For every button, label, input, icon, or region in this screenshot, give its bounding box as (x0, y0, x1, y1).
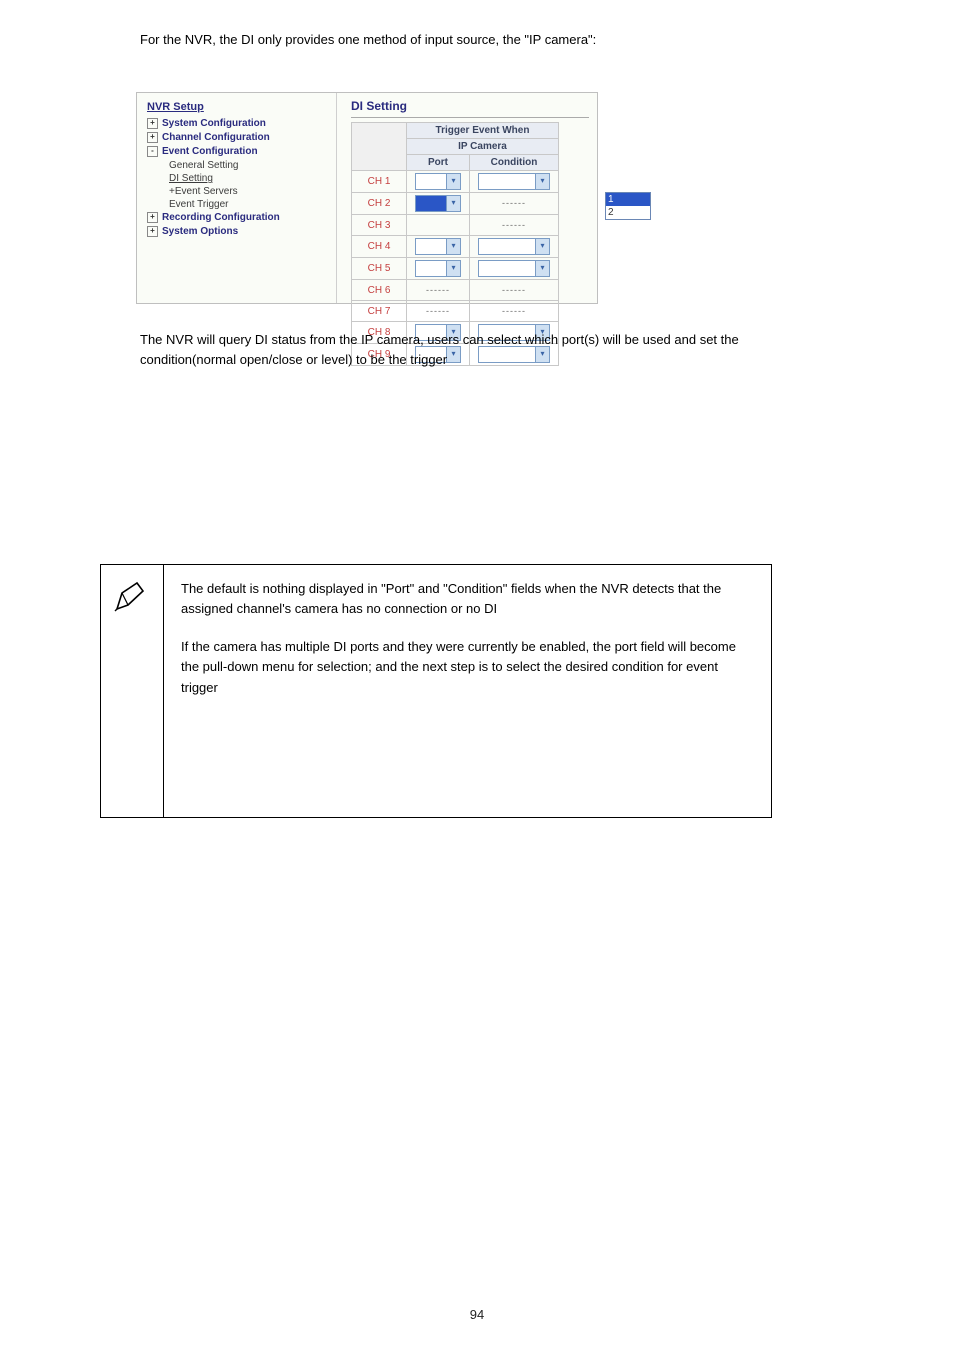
tree-system-options[interactable]: + System Options (147, 225, 330, 239)
below-text: The NVR will query DI status from the IP… (140, 330, 780, 369)
table-row: CH 3 ------ (352, 215, 559, 236)
note-text: The default is nothing displayed in "Por… (163, 565, 771, 817)
tree-event-configuration[interactable]: -Event Configuration (147, 145, 330, 159)
condition-dashes: ------ (502, 220, 526, 230)
tree-channel-configuration[interactable]: + Channel Configuration (147, 131, 330, 145)
nav-title[interactable]: NVR Setup (147, 101, 330, 113)
screenshot: NVR Setup + System Configuration + Channel… (136, 92, 598, 304)
table-row: CH 4 ▾ ▾ (352, 236, 559, 258)
note-paragraph-2: If the camera has multiple DI ports and … (181, 637, 753, 697)
panel-divider (351, 117, 589, 118)
port-select[interactable]: ▾ (415, 173, 461, 190)
chevron-down-icon[interactable]: ▾ (446, 239, 460, 254)
expand-icon[interactable]: + (147, 132, 158, 143)
ch-label: CH 6 (352, 280, 407, 301)
di-setting-panel: DI Setting Trigger Event When IP Camera … (337, 93, 597, 303)
ch-label: CH 7 (352, 301, 407, 322)
col-port: Port (407, 155, 470, 171)
chevron-down-icon[interactable]: ▾ (446, 196, 460, 211)
port-dashes: ------ (426, 306, 450, 316)
chevron-down-icon[interactable]: ▾ (446, 261, 460, 276)
pencil-note-icon (113, 579, 149, 615)
tree-label: Event Configuration (162, 146, 258, 157)
chevron-down-icon[interactable]: ▾ (535, 239, 549, 254)
note-paragraph-1: The default is nothing displayed in "Por… (181, 579, 753, 619)
port-select-open[interactable]: ▾ (415, 195, 461, 212)
col-condition: Condition (470, 155, 559, 171)
chevron-down-icon[interactable]: ▾ (446, 174, 460, 189)
chevron-down-icon[interactable]: ▾ (535, 174, 549, 189)
note-box: The default is nothing displayed in "Por… (100, 564, 772, 818)
condition-dashes: ------ (502, 306, 526, 316)
port-dashes: ------ (426, 285, 450, 295)
dropdown-option[interactable]: 1 (606, 193, 650, 206)
condition-select[interactable]: ▾ (478, 260, 550, 277)
intro-text: For the NVR, the DI only provides one me… (140, 30, 780, 50)
expand-icon[interactable]: + (147, 212, 158, 223)
page-number: 94 (0, 1307, 954, 1322)
tree-recording-configuration[interactable]: + Recording Configuration (147, 211, 330, 225)
collapse-icon[interactable]: - (147, 146, 158, 157)
table-row: CH 7 ------ ------ (352, 301, 559, 322)
ch-label: CH 3 (352, 215, 407, 236)
tree-event-trigger[interactable]: Event Trigger (169, 198, 330, 211)
expand-icon[interactable]: + (147, 118, 158, 129)
port-select[interactable]: ▾ (415, 260, 461, 277)
tree-di-setting[interactable]: DI Setting (169, 172, 330, 185)
table-row: CH 5 ▾ ▾ (352, 258, 559, 280)
tree-label: System Options (162, 226, 238, 237)
dropdown-option[interactable]: 2 (606, 206, 650, 219)
port-dropdown-popup[interactable]: 1 2 (605, 192, 651, 220)
condition-dashes: ------ (502, 198, 526, 208)
header-trigger-event: Trigger Event When (407, 123, 559, 139)
ch-label: CH 4 (352, 236, 407, 258)
tree-label: Channel Configuration (162, 132, 270, 143)
tree-system-configuration[interactable]: + System Configuration (147, 117, 330, 131)
expand-icon[interactable]: + (147, 226, 158, 237)
panel-title: DI Setting (351, 99, 589, 113)
tree-general-setting[interactable]: General Setting (169, 159, 330, 172)
ch-label: CH 5 (352, 258, 407, 280)
header-ip-camera: IP Camera (407, 139, 559, 155)
tree-event-servers[interactable]: +Event Servers (169, 185, 330, 198)
table-row: CH 2 ▾ ------ (352, 193, 559, 215)
condition-select[interactable]: ▾ (478, 173, 550, 190)
table-row: CH 1 ▾ ▾ (352, 171, 559, 193)
ch-label: CH 2 (352, 193, 407, 215)
table-row: CH 6 ------ ------ (352, 280, 559, 301)
condition-select[interactable]: ▾ (478, 238, 550, 255)
port-select[interactable]: ▾ (415, 238, 461, 255)
ch-label: CH 1 (352, 171, 407, 193)
tree-label: Recording Configuration (162, 212, 280, 223)
nav-tree: NVR Setup + System Configuration + Channel… (137, 93, 337, 303)
condition-dashes: ------ (502, 285, 526, 295)
chevron-down-icon[interactable]: ▾ (535, 261, 549, 276)
tree-label: System Configuration (162, 118, 266, 129)
note-icon-cell (101, 565, 164, 817)
